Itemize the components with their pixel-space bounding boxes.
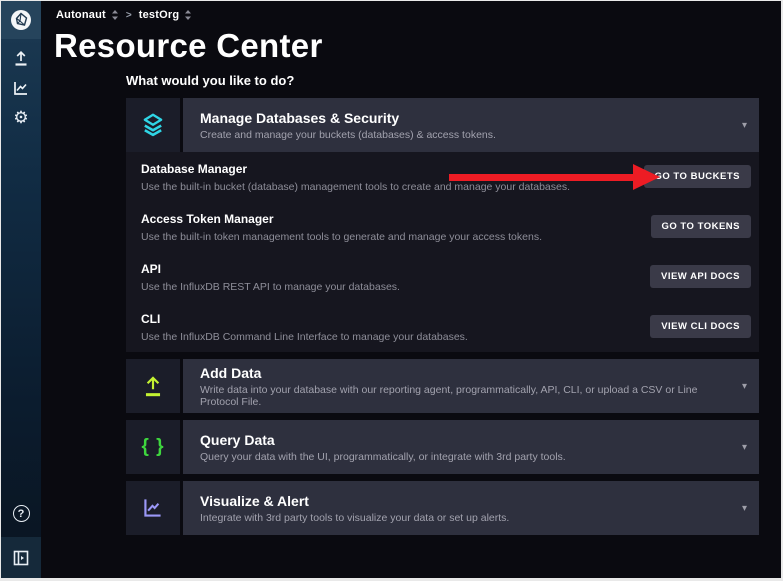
card-header-text: Query Data Query your data with the UI, … xyxy=(183,420,738,474)
row-description: Use the built-in bucket (database) manag… xyxy=(141,181,644,193)
card-gap xyxy=(126,352,759,359)
row-title: Access Token Manager xyxy=(141,212,651,226)
row-database-manager: Database Manager Use the built-in bucket… xyxy=(126,152,759,202)
row-description: Use the InfluxDB Command Line Interface … xyxy=(141,331,650,343)
gear-glyph: ⚙ xyxy=(13,109,28,126)
card-header-text: Manage Databases & Security Create and m… xyxy=(183,98,738,152)
page-title: Resource Center xyxy=(54,27,323,65)
chevron-down-icon[interactable]: ▾ xyxy=(738,98,759,152)
card-header-text: Add Data Write data into your database w… xyxy=(183,359,738,413)
app-window: ⚙ ? Autonaut > testOrg xyxy=(0,0,783,581)
card-description: Query your data with the UI, programmati… xyxy=(200,451,738,463)
resource-cards: Manage Databases & Security Create and m… xyxy=(126,98,759,535)
card-visualize-alert: Visualize & Alert Integrate with 3rd par… xyxy=(126,481,759,535)
breadcrumb-org[interactable]: testOrg xyxy=(139,9,180,21)
code-braces-icon: { } xyxy=(126,420,180,474)
card-title: Add Data xyxy=(200,365,738,381)
card-title: Visualize & Alert xyxy=(200,493,738,509)
upload-arrow-icon xyxy=(126,359,180,413)
view-cli-docs-button[interactable]: VIEW CLI DOCS xyxy=(650,315,751,338)
influxdata-logo-icon xyxy=(10,9,32,31)
nav-sidebar: ⚙ ? xyxy=(1,1,41,578)
chevron-down-icon[interactable]: ▾ xyxy=(738,481,759,535)
account-switcher-icon[interactable] xyxy=(111,9,119,21)
card-manage-databases: Manage Databases & Security Create and m… xyxy=(126,98,759,352)
page-subtitle: What would you like to do? xyxy=(126,73,294,88)
help-glyph: ? xyxy=(18,508,25,520)
row-description: Use the built-in token management tools … xyxy=(141,231,651,243)
card-add-data: Add Data Write data into your database w… xyxy=(126,359,759,413)
row-api: API Use the InfluxDB REST API to manage … xyxy=(126,252,759,302)
data-explorer-graph-icon[interactable] xyxy=(10,78,32,97)
influxdb-logo[interactable] xyxy=(1,1,41,39)
row-text: API Use the InfluxDB REST API to manage … xyxy=(141,262,650,293)
view-api-docs-button[interactable]: VIEW API DOCS xyxy=(650,265,751,288)
card-header-text: Visualize & Alert Integrate with 3rd par… xyxy=(183,481,738,535)
load-data-upload-icon[interactable] xyxy=(10,48,32,67)
row-text: Database Manager Use the built-in bucket… xyxy=(141,162,644,193)
breadcrumb-separator: > xyxy=(126,10,132,21)
row-cli: CLI Use the InfluxDB Command Line Interf… xyxy=(126,302,759,352)
card-manage-databases-header[interactable]: Manage Databases & Security Create and m… xyxy=(126,98,759,152)
line-chart-icon xyxy=(126,481,180,535)
card-gap xyxy=(126,474,759,481)
row-text: CLI Use the InfluxDB Command Line Interf… xyxy=(141,312,650,343)
row-title: CLI xyxy=(141,312,650,326)
go-to-tokens-button[interactable]: GO TO TOKENS xyxy=(651,215,752,238)
chevron-down-icon[interactable]: ▾ xyxy=(738,359,759,413)
card-query-data: { } Query Data Query your data with the … xyxy=(126,420,759,474)
buckets-layers-icon xyxy=(126,98,180,152)
row-text: Access Token Manager Use the built-in to… xyxy=(141,212,651,243)
main-content: Autonaut > testOrg Resource Center What … xyxy=(41,1,781,578)
card-add-data-header[interactable]: Add Data Write data into your database w… xyxy=(126,359,759,413)
card-title: Query Data xyxy=(200,432,738,448)
row-title: Database Manager xyxy=(141,162,644,176)
card-description: Create and manage your buckets (database… xyxy=(200,129,738,141)
row-description: Use the InfluxDB REST API to manage your… xyxy=(141,281,650,293)
breadcrumb-account[interactable]: Autonaut xyxy=(56,9,106,21)
go-to-buckets-button[interactable]: GO TO BUCKETS xyxy=(644,165,752,188)
version-panel-icon[interactable] xyxy=(1,537,41,578)
help-icon[interactable]: ? xyxy=(13,505,30,522)
chevron-down-icon[interactable]: ▾ xyxy=(738,420,759,474)
breadcrumb: Autonaut > testOrg xyxy=(56,9,192,21)
nav-icon-group: ⚙ xyxy=(10,39,32,127)
card-title: Manage Databases & Security xyxy=(200,110,738,126)
card-query-data-header[interactable]: { } Query Data Query your data with the … xyxy=(126,420,759,474)
card-visualize-alert-header[interactable]: Visualize & Alert Integrate with 3rd par… xyxy=(126,481,759,535)
card-gap xyxy=(126,413,759,420)
braces-glyph: { } xyxy=(141,436,164,458)
row-title: API xyxy=(141,262,650,276)
settings-gear-icon[interactable]: ⚙ xyxy=(10,108,32,127)
card-description: Write data into your database with our r… xyxy=(200,384,738,408)
row-access-token-manager: Access Token Manager Use the built-in to… xyxy=(126,202,759,252)
card-description: Integrate with 3rd party tools to visual… xyxy=(200,512,738,524)
org-switcher-icon[interactable] xyxy=(184,9,192,21)
card-manage-databases-body: Database Manager Use the built-in bucket… xyxy=(126,152,759,352)
